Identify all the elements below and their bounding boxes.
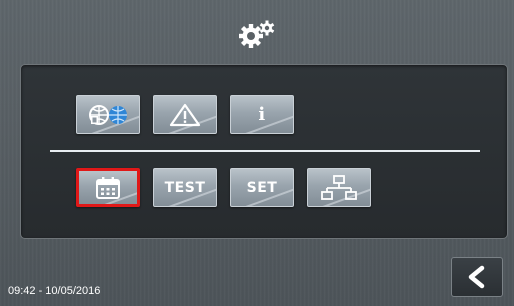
back-arrow-icon [468,265,485,289]
back-button[interactable] [451,257,503,297]
alarms-button[interactable] [153,95,217,134]
language-globe-icon [89,104,127,125]
calendar-button[interactable] [76,168,140,207]
gears-icon [229,16,289,56]
network-button[interactable] [307,168,371,207]
set-label: SET [246,179,278,196]
warning-icon [169,103,201,126]
language-button[interactable] [76,95,140,134]
info-button[interactable]: i [230,95,294,134]
screen: i TEST SET 09:42 - 10/05/2016 [0,0,514,306]
set-button[interactable]: SET [230,168,294,207]
info-label: i [258,104,266,125]
test-button[interactable]: TEST [153,168,217,207]
calendar-icon [96,176,120,199]
network-icon [321,174,357,200]
test-label: TEST [164,179,206,196]
status-datetime: 09:42 - 10/05/2016 [8,285,101,297]
divider [50,150,480,152]
